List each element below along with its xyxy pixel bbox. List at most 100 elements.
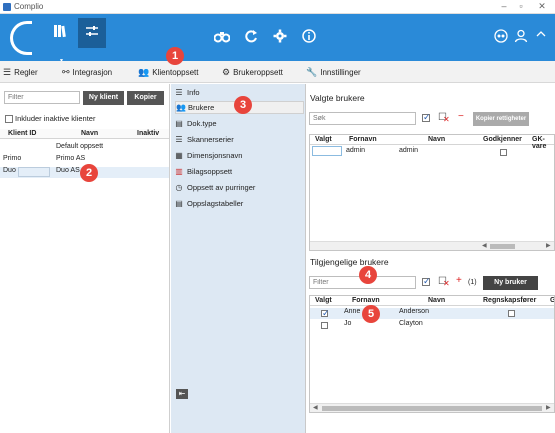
- nav-label: Dimensjonsnavn: [187, 151, 243, 160]
- collapse-panel-icon[interactable]: ⇤: [176, 389, 188, 399]
- nav-item-bilagsoppsett[interactable]: ▥ Bilagsoppsett: [175, 165, 304, 178]
- scroll-left-icon[interactable]: ◀: [482, 242, 487, 250]
- gear-icon[interactable]: [273, 29, 287, 45]
- accountant-checkbox[interactable]: [508, 310, 515, 317]
- maximize-icon[interactable]: ▫: [514, 1, 528, 11]
- client-name: Primo AS: [56, 155, 86, 162]
- callout-badge-2: 2: [80, 164, 98, 182]
- link-icon: ⚯: [62, 67, 70, 77]
- title-bar: Complio – ▫ ✕: [0, 0, 555, 14]
- nav-label: Brukere: [188, 103, 215, 112]
- scrollbar-thumb[interactable]: [490, 244, 515, 249]
- nav-label: Info: [187, 88, 200, 97]
- nav-item-purringer[interactable]: ◷ Oppsett av purringer: [175, 181, 304, 194]
- client-name: Default oppsett: [56, 143, 104, 150]
- client-name: Duo AS: [56, 167, 80, 174]
- minimize-icon[interactable]: –: [497, 1, 511, 11]
- table-row[interactable]: Default oppsett: [0, 143, 169, 154]
- client-panel: Ny klient Kopier Inkluder inaktive klien…: [0, 84, 170, 433]
- app-icon: [3, 3, 11, 11]
- last-name: Clayton: [399, 320, 423, 327]
- menu-integrasjon[interactable]: ⚯ Integrasjon: [62, 66, 112, 79]
- nav-label: Oppslagstabeller: [187, 199, 244, 208]
- include-inactive-checkbox[interactable]: [5, 115, 13, 123]
- chevron-up-icon[interactable]: [536, 29, 546, 41]
- menu-klientoppsett[interactable]: 👥 Klientoppsett: [138, 66, 198, 79]
- close-icon[interactable]: ✕: [535, 1, 549, 12]
- binoculars-icon[interactable]: [213, 29, 231, 45]
- glasses-avatar-icon[interactable]: [494, 29, 508, 45]
- table-row[interactable]: Jo Clayton: [310, 320, 554, 331]
- horizontal-scrollbar[interactable]: ◀ ▶: [310, 403, 554, 412]
- table-row-selected[interactable]: Anne Anderson: [310, 308, 554, 319]
- column-header: Navn: [428, 297, 446, 304]
- library-icon[interactable]: [46, 18, 74, 48]
- user-select-checkbox[interactable]: [321, 322, 328, 329]
- list-icon: ☰: [175, 87, 183, 97]
- available-count: (1): [468, 279, 477, 286]
- nav-item-dimensjonsnavn[interactable]: ▦ Dimensjonsnavn: [175, 149, 304, 162]
- selected-users-search-input[interactable]: [309, 112, 416, 125]
- menu-brukeroppsett[interactable]: ⚙ Brukeroppsett: [222, 66, 283, 79]
- menu-regler[interactable]: ☰ Regler: [3, 66, 38, 79]
- scroll-right-icon[interactable]: ▶: [546, 404, 551, 412]
- settings-sliders-icon[interactable]: [78, 18, 106, 48]
- first-name: Anne: [344, 308, 361, 315]
- user-select-checkbox[interactable]: [321, 308, 330, 319]
- voucher-icon: ▥: [175, 166, 183, 176]
- horizontal-scrollbar[interactable]: ◀ ▶: [310, 241, 554, 250]
- nav-label: Skannerserier: [187, 135, 234, 144]
- available-users-grid: Valgt Fornavn Navn Regnskapsfører G Anne…: [309, 295, 555, 413]
- approver-checkbox[interactable]: [500, 149, 507, 156]
- info-icon[interactable]: [302, 29, 316, 45]
- nav-label: Oppsett av purringer: [187, 183, 256, 192]
- menu-label: Innstillinger: [320, 68, 361, 77]
- select-all-checkbox[interactable]: [422, 112, 431, 123]
- remove-x-icon[interactable]: ✕: [443, 279, 450, 288]
- scroll-right-icon[interactable]: ▶: [546, 242, 551, 250]
- selected-users-title: Valgte brukere: [310, 93, 365, 103]
- column-header: Fornavn: [352, 297, 380, 304]
- menu-label: Klientoppsett: [152, 68, 199, 77]
- list-icon: ☰: [3, 67, 12, 77]
- nav-item-skannerserier[interactable]: ☰ Skannerserier: [175, 133, 304, 146]
- wrench-icon: 🔧: [306, 67, 318, 77]
- nav-item-oppslagstabeller[interactable]: ▤ Oppslagstabeller: [175, 197, 304, 210]
- minus-icon[interactable]: −: [458, 111, 464, 122]
- menu-bar: ☰ Regler ⚯ Integrasjon 👥 Klientoppsett ⚙…: [0, 61, 555, 83]
- users-icon: 👥: [176, 102, 186, 112]
- valgt-cell-edit[interactable]: [312, 146, 342, 156]
- selected-users-grid: Valgt Fornavn Navn Godkjenner GK-vare ad…: [309, 134, 555, 251]
- clock-icon: ◷: [175, 182, 183, 192]
- remove-x-icon[interactable]: ✕: [443, 115, 450, 124]
- column-header: Inaktiv: [137, 130, 160, 137]
- copy-rights-button[interactable]: Kopier rettigheter: [473, 112, 529, 126]
- user-icon[interactable]: [514, 29, 528, 45]
- copy-button[interactable]: Kopier: [127, 91, 164, 105]
- refresh-icon[interactable]: [244, 29, 258, 45]
- column-header: Regnskapsfører: [483, 297, 537, 304]
- scrollbar-thumb[interactable]: [322, 406, 542, 411]
- scroll-left-icon[interactable]: ◀: [313, 404, 318, 412]
- menu-innstillinger[interactable]: 🔧 Innstillinger: [306, 66, 361, 79]
- scanner-icon: ☰: [175, 134, 183, 144]
- new-user-button[interactable]: Ny bruker: [483, 276, 538, 290]
- new-client-button[interactable]: Ny klient: [83, 91, 124, 105]
- logo: [10, 21, 32, 55]
- last-name: Anderson: [399, 308, 429, 315]
- add-icon[interactable]: +: [456, 275, 462, 286]
- menu-label: Integrasjon: [72, 68, 113, 77]
- available-users-title: Tilgjengelige brukere: [310, 257, 389, 267]
- last-name: admin: [399, 147, 419, 154]
- available-users-header: Valgt Fornavn Navn Regnskapsfører G: [310, 296, 554, 306]
- nav-item-doktype[interactable]: ▤ Dok.type: [175, 117, 304, 130]
- client-filter-input[interactable]: [4, 91, 80, 104]
- users-panel: Valgte brukere ☐ ✕ − Kopier rettigheter …: [306, 84, 555, 433]
- column-header: Navn: [428, 136, 446, 143]
- select-all-available-checkbox[interactable]: [422, 276, 431, 287]
- callout-badge-5: 5: [362, 305, 380, 323]
- table-row[interactable]: admin admin: [310, 146, 554, 158]
- nav-label: Dok.type: [187, 119, 217, 128]
- column-header: Navn: [81, 130, 99, 137]
- client-id-edit-box[interactable]: [18, 167, 50, 177]
